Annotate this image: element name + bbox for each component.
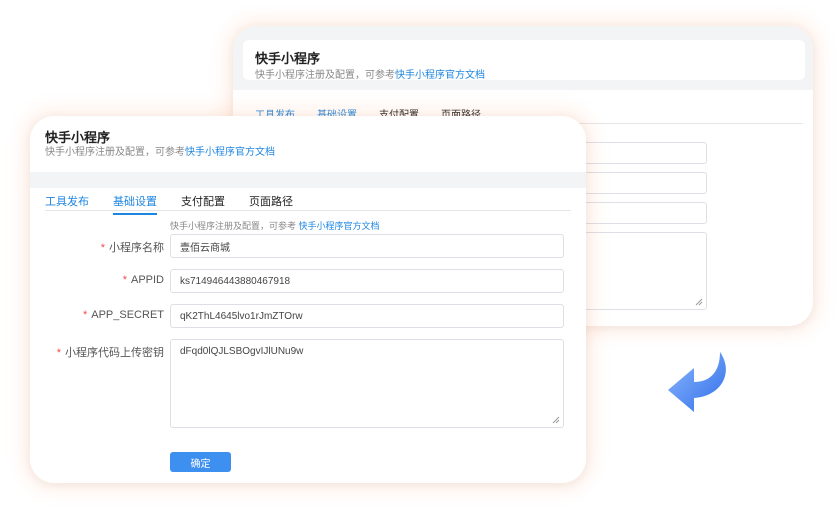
curved-arrow-left-icon xyxy=(668,352,726,412)
required-mark: * xyxy=(100,242,105,254)
tab-bar: 工具发布 基础设置 支付配置 页面路径 xyxy=(45,193,293,215)
back-textarea-key[interactable] xyxy=(573,232,707,310)
panel-title: 快手小程序 xyxy=(255,51,321,66)
hint-doc-link[interactable]: 快手小程序官方文档 xyxy=(299,221,380,231)
confirm-button[interactable]: 确定 xyxy=(170,452,231,472)
resize-handle-icon[interactable] xyxy=(552,416,560,424)
tab-divider xyxy=(45,210,571,211)
back-input-appid[interactable] xyxy=(573,172,707,194)
app-secret-input[interactable]: qK2ThL4645lvo1rJmZTOrw xyxy=(170,304,564,328)
secret-value: qK2ThL4645lvo1rJmZTOrw xyxy=(180,310,303,322)
field-label-secret: * APP_SECRET xyxy=(82,309,164,321)
doc-link[interactable]: 快手小程序官方文档 xyxy=(185,147,275,158)
back-input-secret[interactable] xyxy=(573,202,707,224)
field-label-upload-key: * 小程序代码上传密钥 xyxy=(56,347,164,359)
doc-link[interactable]: 快手小程序官方文档 xyxy=(395,70,485,81)
subtitle-text: 快手小程序注册及配置，可参考 xyxy=(45,147,185,158)
back-input-name[interactable] xyxy=(573,142,707,164)
appid-value: ks714946443880467918 xyxy=(180,275,291,287)
panel-subtitle: 快手小程序注册及配置，可参考快手小程序官方文档 xyxy=(255,66,485,81)
form-hint: 快手小程序注册及配置，可参考 快手小程序官方文档 xyxy=(170,219,380,232)
resize-handle-icon[interactable] xyxy=(695,298,703,306)
field-label-name: * 小程序名称 xyxy=(100,242,164,254)
panel-header: 快手小程序 快手小程序注册及配置，可参考快手小程序官方文档 xyxy=(243,40,805,81)
upload-key-textarea[interactable]: dFqd0lQJLSBOgvIJlUNu9w xyxy=(170,339,564,428)
tab-payment-config[interactable]: 支付配置 xyxy=(181,193,225,209)
tab-page-path[interactable]: 页面路径 xyxy=(249,193,293,209)
tab-tool-publish[interactable]: 工具发布 xyxy=(45,193,89,209)
upload-key-value: dFqd0lQJLSBOgvIJlUNu9w xyxy=(180,346,304,357)
panel-subtitle: 快手小程序注册及配置，可参考快手小程序官方文档 xyxy=(45,143,275,158)
subtitle-text: 快手小程序注册及配置，可参考 xyxy=(255,70,395,81)
required-mark: * xyxy=(56,347,61,359)
required-mark: * xyxy=(122,274,127,286)
hint-text: 快手小程序注册及配置，可参考 xyxy=(170,221,297,231)
header-band xyxy=(30,172,586,188)
mini-program-name-input[interactable]: 壹佰云商城 xyxy=(170,234,564,258)
front-settings-panel: 快手小程序 快手小程序注册及配置，可参考快手小程序官方文档 工具发布 基础设置 … xyxy=(30,116,586,483)
name-value: 壹佰云商城 xyxy=(180,242,230,254)
tab-basic-settings[interactable]: 基础设置 xyxy=(113,193,157,215)
field-label-appid: * APPID xyxy=(122,274,164,286)
required-mark: * xyxy=(82,309,88,321)
appid-input[interactable]: ks714946443880467918 xyxy=(170,269,564,293)
